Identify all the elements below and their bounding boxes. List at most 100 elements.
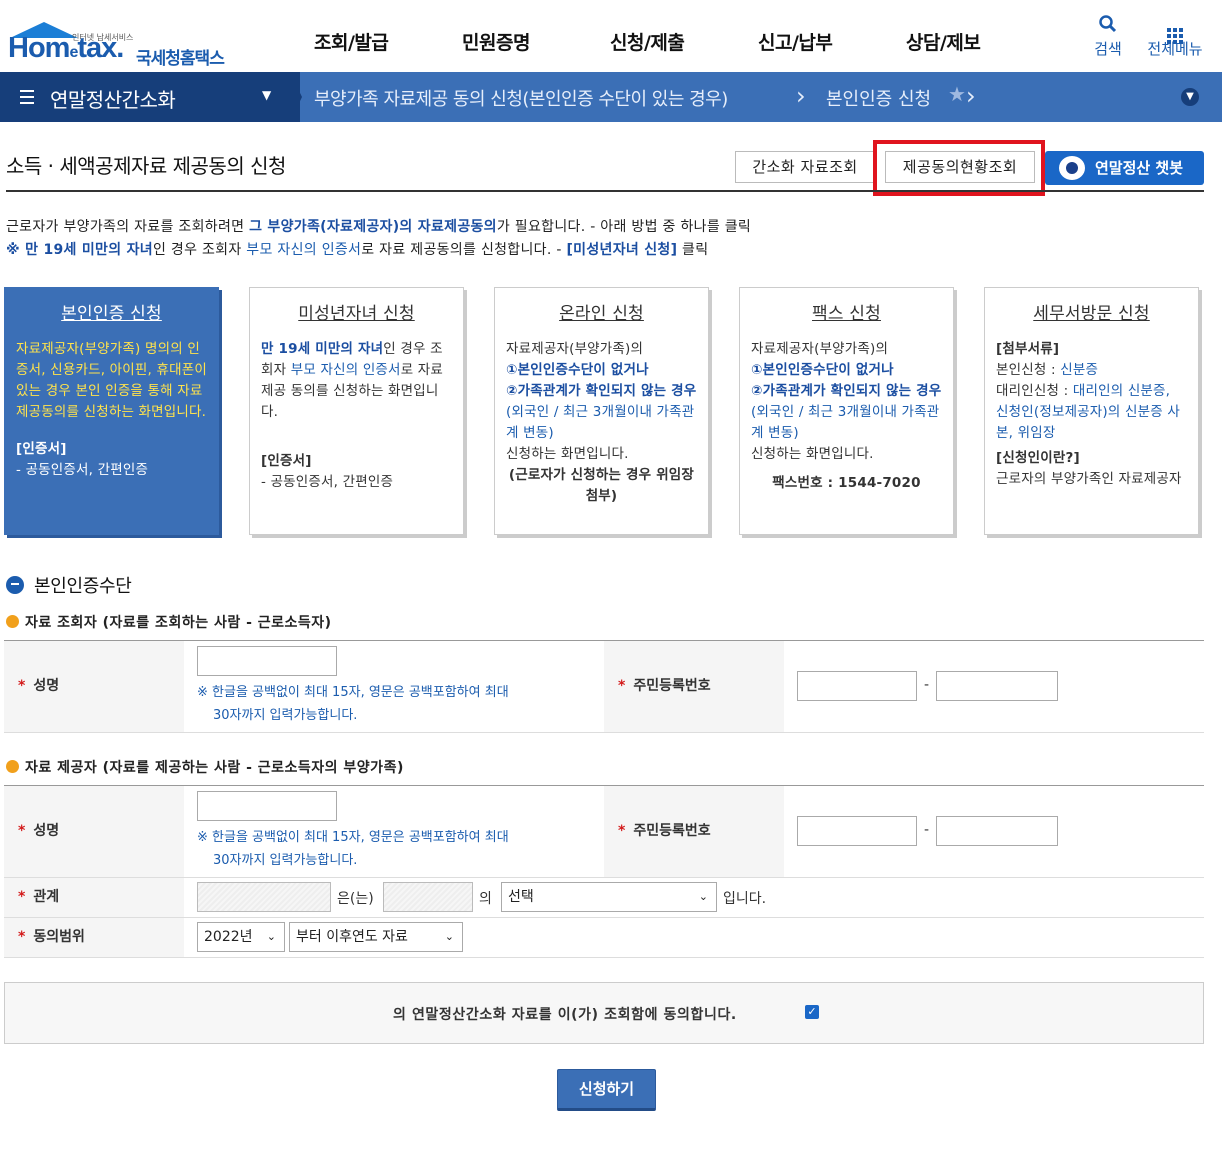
provider-rrn-front-input[interactable] <box>797 816 917 846</box>
card-title[interactable]: 본인인증 신청 <box>16 304 207 325</box>
card-self-auth[interactable]: 본인인증 신청 자료제공자(부양가족) 명의의 인증서, 신용카드, 아이핀, … <box>4 287 219 535</box>
card-online[interactable]: 온라인 신청 자료제공자(부양가족)의 ①본인인증수단이 없거나 ②가족관계가 … <box>494 287 709 535</box>
form-row: * 관계 은(는) 의 선택 ⌄ 입니다. <box>4 878 1204 918</box>
provider-rrn-back-input[interactable] <box>936 816 1058 846</box>
page-title: 소득 · 세액공제자료 제공동의 신청 <box>6 154 286 178</box>
caret-down-icon: ▼ <box>262 88 272 102</box>
card-title[interactable]: 팩스 신청 <box>751 304 942 325</box>
hamburger-icon <box>20 90 34 108</box>
fax-number: 팩스번호 : 1544-7020 <box>772 475 921 491</box>
chevron-down-icon: ⌄ <box>266 930 276 943</box>
form-row: * 성명 ※ 한글을 공백없이 최대 15자, 영문은 공백포함하여 최대 30자까… <box>4 641 1204 733</box>
main-nav: 조회/발급 민원증명 신청/제출 신고/납부 상담/제보 <box>294 28 1034 55</box>
relation-select[interactable]: 선택 ⌄ <box>501 882 717 912</box>
card-tag: [인증서] <box>261 453 312 469</box>
all-menu-label: 전체메뉴 <box>1147 40 1203 58</box>
viewer-name-input[interactable] <box>197 646 337 676</box>
consent-checkbox[interactable]: ✓ <box>805 1005 819 1019</box>
scope-label: * 동의범위 <box>4 918 184 957</box>
chevron-down-icon[interactable]: ▼ <box>1181 88 1199 106</box>
card-tax-office-visit[interactable]: 세무서방문 신청 [첨부서류] 본인신청 : 신분증 대리인신청 : 대리인의 … <box>984 287 1199 535</box>
card-body: 만 19세 미만의 자녀인 경우 조회자 부모 자신의 인증서로 자료 제공 동… <box>261 341 444 420</box>
card-title[interactable]: 미성년자녀 신청 <box>261 304 452 325</box>
relation-eun-text: 은(는) <box>337 891 374 907</box>
search-icon <box>1088 14 1128 38</box>
name-input-note: ※ 한글을 공백없이 최대 15자, 영문은 공백포함하여 최대 30자까지 입력… <box>197 685 509 723</box>
chevron-right-icon: › <box>796 82 806 110</box>
chatbot-icon <box>1059 156 1085 180</box>
search-button[interactable]: 검색 <box>1088 14 1128 59</box>
section-title: 본인인증수단 <box>6 572 132 598</box>
hometax-logo[interactable]: 인터넷 납세서비스 Hometax. 국세청홈택스 <box>4 10 234 69</box>
rrn-label: * 주민등록번호 <box>604 641 784 732</box>
intro-text: 근로자가 부양가족의 자료를 조회하려면 그 부양가족(자료제공자)의 자료제공… <box>6 219 752 258</box>
card-body: [첨부서류] 본인신청 : 신분증 대리인신청 : 대리인의 신분증, 신청인(… <box>996 341 1182 487</box>
rrn-dash: - <box>924 822 930 838</box>
form-row: * 성명 ※ 한글을 공백없이 최대 15자, 영문은 공백포함하여 최대 30자까… <box>4 786 1204 878</box>
card-tag: [인증서] <box>16 441 67 457</box>
card-body: 자료제공자(부양가족)의 ①본인인증수단이 없거나 ②가족관계가 확인되지 않는… <box>506 341 697 504</box>
relation-end-text: 입니다. <box>723 891 767 907</box>
nav-item-certificate[interactable]: 민원증명 <box>442 28 590 55</box>
search-label: 검색 <box>1094 40 1122 58</box>
chatbot-label: 연말정산 챗봇 <box>1095 159 1184 177</box>
card-body: 자료제공자(부양가족) 명의의 인증서, 신용카드, 아이핀, 휴대폰이 있는 … <box>16 341 208 420</box>
logo-korean-name: 국세청홈택스 <box>136 49 225 69</box>
name-label: * 성명 <box>4 786 184 877</box>
consent-box: 의 연말정산간소화 자료를 이(가) 조회함에 동의합니다. ✓ <box>4 982 1204 1044</box>
favorite-star-icon[interactable]: ★ <box>948 82 966 106</box>
viewer-form: * 성명 ※ 한글을 공백없이 최대 15자, 영문은 공백포함하여 최대 30자까… <box>4 640 1204 733</box>
breadcrumb-page[interactable]: 부양가족 자료제공 동의 신청(본인인증 수단이 있는 경우) <box>314 85 728 111</box>
relation-provider-field <box>383 882 473 912</box>
provider-form: * 성명 ※ 한글을 공백없이 최대 15자, 영문은 공백포함하여 최대 30자까… <box>4 785 1204 958</box>
nav-item-consult[interactable]: 상담/제보 <box>886 28 1034 55</box>
breadcrumb-section-dropdown[interactable]: 연말정산간소화 ▼ <box>0 72 300 122</box>
bullet-icon <box>6 615 19 628</box>
submit-button[interactable]: 신청하기 <box>557 1069 656 1111</box>
card-fax[interactable]: 팩스 신청 자료제공자(부양가족)의 ①본인인증수단이 없거나 ②가족관계가 확… <box>739 287 954 535</box>
card-title[interactable]: 온라인 신청 <box>506 304 697 325</box>
nav-item-application[interactable]: 신청/제출 <box>590 28 738 55</box>
card-title[interactable]: 세무서방문 신청 <box>996 304 1187 325</box>
title-divider <box>6 190 1204 192</box>
card-body: 자료제공자(부양가족)의 ①본인인증수단이 없거나 ②가족관계가 확인되지 않는… <box>751 339 942 494</box>
logo-wordmark: Hometax. <box>8 32 124 64</box>
breadcrumb-section-label: 연말정산간소화 <box>50 88 176 112</box>
viewer-rrn-front-input[interactable] <box>797 671 917 701</box>
simplified-data-lookup-button[interactable]: 간소화 자료조회 <box>735 151 875 183</box>
chevron-down-icon: ⌄ <box>698 890 708 903</box>
breadcrumb: 연말정산간소화 ▼ 부양가족 자료제공 동의 신청(본인인증 수단이 있는 경우… <box>0 72 1222 122</box>
application-method-cards: 본인인증 신청 자료제공자(부양가족) 명의의 인증서, 신용카드, 아이핀, … <box>4 287 1204 537</box>
bullet-icon <box>6 760 19 773</box>
card-list: - 공동인증서, 간편인증 <box>16 462 149 478</box>
scope-year-select[interactable]: 2022년 ⌄ <box>197 922 285 952</box>
provider-name-input[interactable] <box>197 791 337 821</box>
card-list: - 공동인증서, 간편인증 <box>261 474 394 490</box>
grid-menu-icon <box>1140 14 1210 44</box>
consent-text: 의 연말정산간소화 자료를 이(가) 조회함에 동의합니다. <box>393 1007 737 1023</box>
relation-label: * 관계 <box>4 878 184 917</box>
form-row: * 동의범위 2022년 ⌄ 부터 이후연도 자료 ⌄ <box>4 918 1204 958</box>
scope-range-select[interactable]: 부터 이후연도 자료 ⌄ <box>289 922 463 952</box>
breadcrumb-divider <box>290 72 302 122</box>
breadcrumb-subpage[interactable]: 본인인증 신청 <box>826 85 931 111</box>
provider-subtitle: 자료 제공자 (자료를 제공하는 사람 - 근로소득자의 부양가족) <box>6 757 404 777</box>
name-label: * 성명 <box>4 641 184 732</box>
relation-ui-text: 의 <box>479 891 492 907</box>
all-menu-button[interactable]: 전체메뉴 <box>1140 14 1210 59</box>
card-minor-child[interactable]: 미성년자녀 신청 만 19세 미만의 자녀인 경우 조회자 부모 자신의 인증서… <box>249 287 464 535</box>
name-input-note: ※ 한글을 공백없이 최대 15자, 영문은 공백포함하여 최대 30자까지 입력… <box>197 830 509 868</box>
nav-item-inquiry[interactable]: 조회/발급 <box>294 28 442 55</box>
header: 인터넷 납세서비스 Hometax. 국세청홈택스 조회/발급 민원증명 신청/… <box>0 0 1222 72</box>
viewer-subtitle: 자료 조회자 (자료를 조회하는 사람 - 근로소득자) <box>6 612 332 632</box>
viewer-rrn-back-input[interactable] <box>936 671 1058 701</box>
chevron-right-icon: › <box>966 82 976 110</box>
arrow-circle-icon <box>6 576 24 594</box>
rrn-dash: - <box>924 677 930 693</box>
relation-viewer-field <box>197 882 331 912</box>
nav-item-filing[interactable]: 신고/납부 <box>738 28 886 55</box>
chatbot-button[interactable]: 연말정산 챗봇 <box>1045 151 1204 185</box>
chevron-down-icon: ⌄ <box>444 930 454 943</box>
highlight-box <box>873 140 1045 196</box>
rrn-label: * 주민등록번호 <box>604 786 784 877</box>
